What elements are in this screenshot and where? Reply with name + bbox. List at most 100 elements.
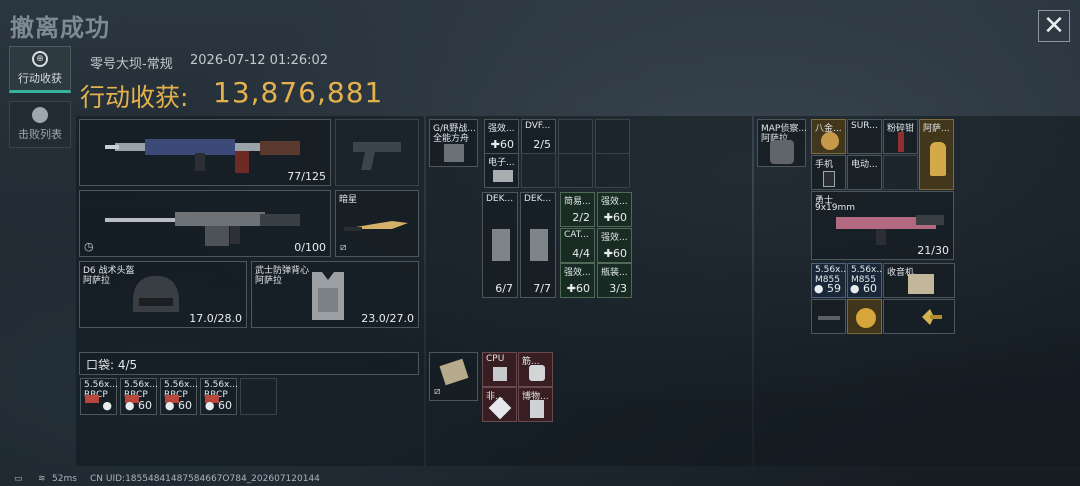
rig-item-c2[interactable]: 强效... ✚60 [597, 192, 632, 227]
item-name: 强效... [564, 268, 591, 278]
safe-case-slot[interactable]: ⧄ [429, 352, 478, 401]
item-name: SUR... [851, 121, 878, 131]
helmet-slot[interactable]: D6 战术头盔 阿萨拉 17.0/28.0 [79, 261, 247, 328]
case-item-3[interactable]: 非... [482, 387, 517, 422]
coin-icon [856, 308, 876, 328]
backpack-icon [770, 140, 794, 164]
rig-empty-3[interactable] [521, 153, 556, 188]
teapot-icon [930, 142, 946, 176]
chest-rig-slot[interactable]: G/R野战... 全能方舟 [429, 119, 478, 167]
item-count: 3/3 [609, 282, 627, 295]
bag-item-b4[interactable]: 阿萨... [919, 119, 954, 190]
rig-item-a2[interactable]: DVF... 2/5 [521, 119, 556, 154]
tab-loot[interactable]: ⊕ 行动收获 [9, 46, 71, 93]
bag-item-b6[interactable]: 电动... [847, 155, 882, 190]
pouch-slot-5[interactable] [240, 378, 277, 415]
map-name: 零号大坝-常规 [90, 57, 173, 72]
item-name: DEK... [486, 194, 514, 204]
rig-empty-2[interactable] [595, 119, 630, 154]
rig-item-c4[interactable]: 强效... ✚60 [597, 228, 632, 263]
item-name: CPU [486, 354, 505, 364]
pouch-item-name: 5.56x... [84, 380, 118, 390]
bag-item-radio[interactable]: 收音机 [883, 263, 955, 298]
item-count: 21/30 [917, 244, 949, 257]
pouch-slot-3[interactable]: 5.56x... RRCP ● 60 [160, 378, 197, 415]
item-icon [529, 365, 545, 381]
close-button[interactable]: ✕ [1038, 10, 1070, 42]
primary-weapon-slot[interactable]: 77/125 [79, 119, 331, 186]
item-count: 2/2 [572, 211, 590, 224]
rig-item-a3[interactable]: 电子... [484, 153, 519, 188]
rig-item-c3[interactable]: CAT... 4/4 [560, 228, 595, 263]
pouch-item-name: 5.56x... [164, 380, 198, 390]
armor-origin: 阿萨拉 [255, 276, 283, 286]
item-name: 5.56x... [851, 265, 883, 275]
item-count: ● 59 [813, 282, 841, 295]
rig-item-dek1[interactable]: DEK... 6/7 [482, 192, 518, 298]
clock-icon: ◷ [84, 240, 94, 253]
item-count: 4/4 [572, 247, 590, 260]
item-name: 强效... [488, 124, 515, 134]
item-name: CAT... [564, 230, 589, 240]
bag-item-m2[interactable]: 5.56x... M855 ● 60 [847, 263, 882, 298]
raid-datetime: 2026-07-12 01:26:02 [190, 53, 329, 68]
bag-item-b5[interactable]: 手机 [811, 155, 846, 190]
close-icon: ✕ [1043, 11, 1065, 41]
wifi-icon: ≋ [38, 474, 46, 484]
pouch-header: 口袋: 4/5 [79, 352, 419, 375]
pouch-item-name: 5.56x... [204, 380, 238, 390]
primary-ammo: 77/125 [287, 170, 326, 183]
secondary-weapon-slot[interactable]: ◷ 0/100 [79, 190, 331, 257]
rig-item-c1[interactable]: 简易... 2/2 [560, 192, 595, 227]
tab-kills[interactable]: ☠ 击败列表 [9, 101, 71, 148]
bag-item-b1[interactable]: 八金... [811, 119, 846, 154]
case-item-cpu[interactable]: CPU [482, 352, 517, 387]
rig-item-c6[interactable]: 瓶装... 3/3 [597, 263, 632, 298]
item-icon [530, 400, 544, 418]
pistol-slot[interactable] [335, 119, 419, 186]
chip-icon [493, 367, 507, 381]
item-count: 7/7 [533, 282, 551, 295]
item-name: 阿萨... [923, 124, 950, 134]
bag-item-rail[interactable] [811, 299, 846, 334]
item-name: 手机 [815, 160, 834, 170]
pliers-icon [898, 132, 904, 152]
pouch-slot-1[interactable]: 5.56x... RRCP ● [80, 378, 117, 415]
rig-item-a1[interactable]: 强效... ✚60 [484, 119, 519, 154]
rig-empty-1[interactable] [558, 119, 593, 154]
item-count: ✚60 [490, 138, 514, 151]
case-item-4[interactable]: 博物... [518, 387, 553, 422]
tab-kills-label: 击败列表 [18, 128, 62, 141]
smg-icon [835, 214, 944, 245]
armor-slot[interactable]: 武士防弹背心 阿萨拉 23.0/27.0 [251, 261, 419, 328]
melee-slot[interactable]: 暗星 ⧄ [335, 190, 419, 257]
ammo-box-icon [85, 395, 99, 403]
rig-item-c5[interactable]: 强效... ✚60 [560, 263, 595, 298]
pouch-item-name: 5.56x... [124, 380, 158, 390]
bag-item-m1[interactable]: 5.56x... M855 ● 59 [811, 263, 846, 298]
item-name: 电动... [851, 160, 878, 170]
page-title: 撤离成功 [10, 14, 110, 42]
bag-item-knife[interactable] [883, 299, 955, 334]
backpack-slot[interactable]: MAP侦察... 阿萨拉 [757, 119, 806, 167]
rig-empty-4[interactable] [558, 153, 593, 188]
item-name: 电子... [488, 158, 515, 168]
pouch-item-count: ● 60 [204, 399, 232, 412]
pouch-slot-2[interactable]: 5.56x... RRCP ● 60 [120, 378, 157, 415]
bag-empty-1[interactable] [883, 155, 918, 190]
pouch-slot-4[interactable]: 5.56x... RRCP ● 60 [200, 378, 237, 415]
bag-item-b2[interactable]: SUR... [847, 119, 882, 154]
rig-item-dek2[interactable]: DEK... 7/7 [520, 192, 556, 298]
item-count: ✚60 [566, 282, 590, 295]
item-count: ✚60 [603, 247, 627, 260]
bag-item-b3[interactable]: 粉碎钳 [883, 119, 918, 154]
device-icon [493, 170, 513, 182]
no-insure-icon: ⧄ [434, 386, 441, 397]
rig-empty-5[interactable] [595, 153, 630, 188]
case-item-2[interactable]: 筋... [518, 352, 553, 387]
bag-item-coin[interactable] [847, 299, 882, 334]
bag-item-smg[interactable]: 勇士 9x19mm 21/30 [811, 191, 954, 260]
helmet-icon [133, 275, 180, 312]
skull-icon: ☠ [32, 107, 48, 123]
item-name: DVF... [525, 121, 551, 131]
